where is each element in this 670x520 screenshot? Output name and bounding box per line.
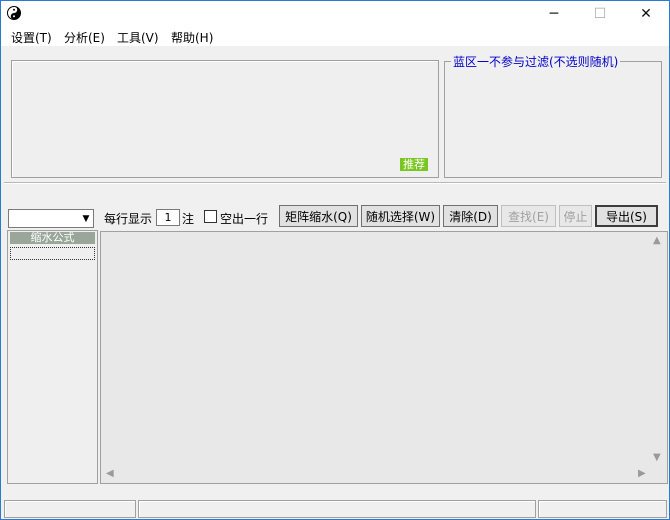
filter-combo[interactable]: ▼ — [8, 209, 94, 228]
formula-list-header: 缩水公式 — [10, 232, 95, 244]
find-button[interactable]: 查找(E) — [501, 205, 556, 227]
blue-zone-title: 蓝区一不参与过滤(不选则随机) — [451, 53, 621, 70]
per-row-label: 每行显示 — [104, 212, 153, 226]
status-cell-2 — [138, 500, 536, 518]
scroll-down-icon[interactable]: ▼ — [653, 452, 661, 463]
scroll-left-icon[interactable]: ◀ — [106, 468, 114, 479]
menu-help[interactable]: 帮助(H) — [171, 29, 213, 46]
results-area[interactable]: ▲ ▼ ◀ ▶ — [100, 231, 668, 484]
random-select-button[interactable]: 随机选择(W) — [361, 205, 440, 227]
export-button[interactable]: 导出(S) — [595, 205, 658, 227]
menu-tools[interactable]: 工具(V) — [117, 29, 159, 46]
status-cell-1 — [4, 500, 136, 518]
status-cell-3 — [538, 500, 667, 518]
separator — [4, 182, 666, 184]
yin-yang-icon — [7, 6, 21, 20]
recommend-button[interactable]: 推荐 — [400, 158, 428, 171]
stop-button[interactable]: 停止 — [559, 205, 592, 227]
empty-row-checkbox[interactable] — [204, 210, 217, 223]
close-button[interactable]: ✕ — [623, 1, 669, 27]
blue-zone-groupbox: 蓝区一不参与过滤(不选则随机) — [444, 53, 662, 178]
scroll-up-icon[interactable]: ▲ — [653, 235, 661, 246]
per-row-input[interactable]: 1 — [156, 209, 180, 226]
unit-label: 注 — [182, 212, 195, 226]
clear-button[interactable]: 清除(D) — [443, 205, 498, 227]
formula-list[interactable]: 缩水公式 — [7, 230, 98, 484]
menu-bar: 设置(T) 分析(E) 工具(V) 帮助(H) — [1, 27, 669, 46]
empty-row-label: 空出一行 — [220, 212, 269, 226]
number-display-panel: 推荐 — [11, 60, 439, 178]
main-window: ─ ☐ ✕ 设置(T) 分析(E) 工具(V) 帮助(H) 推荐 蓝区一不参与过… — [0, 0, 670, 520]
matrix-reduce-button[interactable]: 矩阵缩水(Q) — [279, 205, 358, 227]
menu-settings[interactable]: 设置(T) — [11, 29, 52, 46]
menu-analysis[interactable]: 分析(E) — [64, 29, 105, 46]
scroll-right-icon[interactable]: ▶ — [638, 468, 646, 479]
title-bar: ─ ☐ ✕ — [1, 1, 669, 27]
minimize-button[interactable]: ─ — [531, 1, 577, 27]
chevron-down-icon[interactable]: ▼ — [79, 210, 93, 227]
status-bar — [1, 498, 669, 519]
maximize-button[interactable]: ☐ — [577, 1, 623, 27]
list-item[interactable] — [10, 247, 95, 260]
